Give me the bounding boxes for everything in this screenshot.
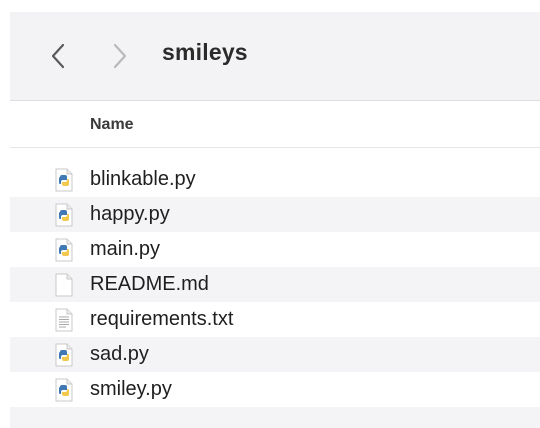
chevron-right-icon (113, 43, 127, 69)
file-row[interactable]: smiley.py (10, 372, 540, 407)
empty-row (10, 407, 540, 428)
file-name: sad.py (90, 343, 149, 365)
file-name: blinkable.py (90, 168, 196, 190)
file-row[interactable]: happy.py (10, 197, 540, 232)
file-name: main.py (90, 238, 161, 260)
toolbar: smileys (10, 12, 540, 101)
chevron-left-icon (51, 43, 65, 69)
file-row[interactable]: README.md (10, 267, 540, 302)
python-file-icon (55, 238, 73, 262)
blank-document-icon (55, 273, 73, 297)
column-header: Name (10, 101, 540, 148)
file-row[interactable]: blinkable.py (10, 162, 540, 197)
file-row[interactable]: sad.py (10, 337, 540, 372)
file-name: requirements.txt (90, 308, 234, 330)
file-row[interactable]: requirements.txt (10, 302, 540, 337)
finder-window: smileys Name blinkable.py happy.py main.… (10, 12, 540, 428)
python-file-icon (55, 168, 73, 192)
forward-button[interactable] (105, 34, 135, 78)
name-column-header[interactable]: Name (90, 116, 134, 134)
file-row[interactable]: main.py (10, 232, 540, 267)
python-file-icon (55, 378, 73, 402)
python-file-icon (55, 343, 73, 367)
text-document-icon (55, 308, 73, 332)
window-title: smileys (162, 39, 248, 65)
file-name: happy.py (90, 203, 170, 225)
file-list: blinkable.py happy.py main.py README.md … (10, 162, 540, 428)
file-name: smiley.py (90, 378, 172, 400)
file-name: README.md (90, 273, 209, 295)
back-button[interactable] (43, 34, 73, 78)
python-file-icon (55, 203, 73, 227)
